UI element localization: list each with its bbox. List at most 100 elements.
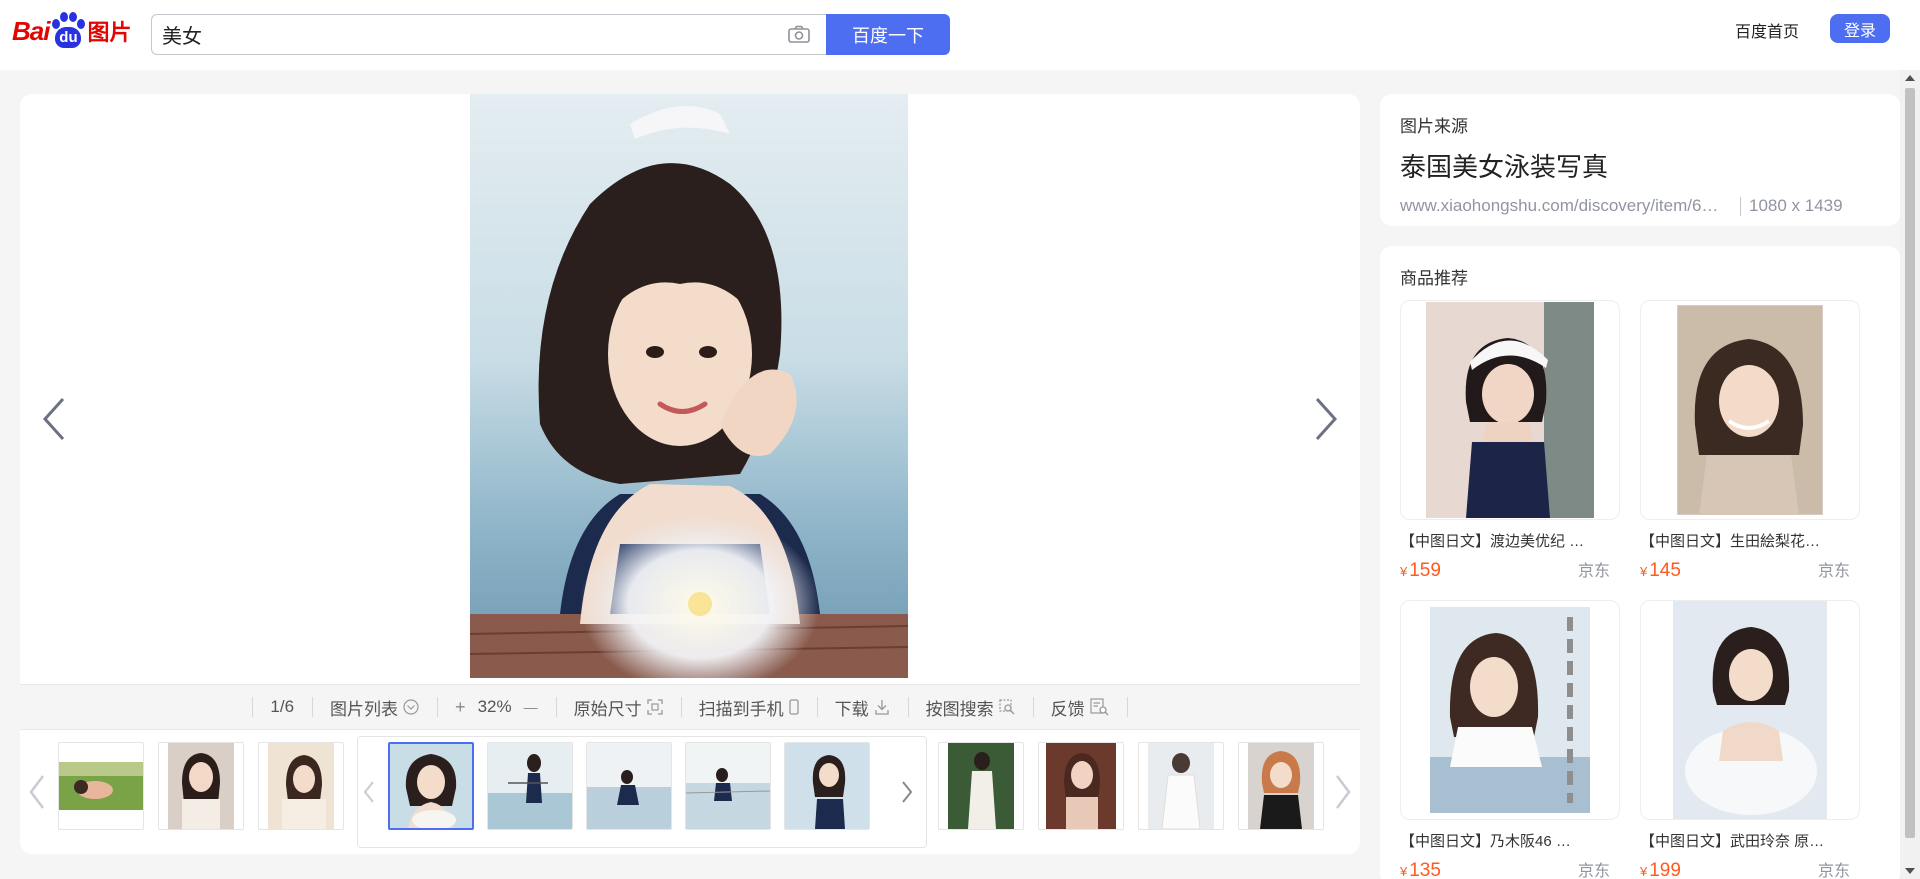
previous-image-arrow[interactable] [34, 394, 74, 444]
product-price: ¥159 [1400, 560, 1441, 581]
thumbnail-next-4[interactable] [1238, 742, 1324, 830]
thumbnail-current-3[interactable] [586, 742, 672, 830]
feedback-button[interactable]: 反馈 [1032, 696, 1128, 719]
product-image [1640, 600, 1860, 820]
product-card[interactable]: 【中图日文】渡边美优纪 … ¥159 京东 [1400, 300, 1620, 582]
source-title[interactable]: 泰国美女泳装写真 [1400, 147, 1880, 184]
thumbnail-image [390, 744, 472, 828]
logo-tupian-text: 图片 [87, 20, 132, 45]
product-image [1640, 300, 1860, 520]
image-list-button[interactable]: 图片列表 [312, 696, 437, 719]
baidu-image-logo[interactable]: Bai du 图片 [12, 8, 142, 54]
thumbnail-next-2[interactable] [1038, 742, 1124, 830]
feedback-icon [1089, 698, 1110, 716]
product-card[interactable]: 【中图日文】乃木阪46 … ¥135 京东 [1400, 600, 1620, 879]
zoom-level: 32% [477, 697, 512, 716]
download-icon [874, 699, 890, 715]
camera-icon[interactable] [788, 25, 810, 43]
download-button[interactable]: 下载 [816, 696, 908, 719]
zoom-in-button[interactable]: + [455, 697, 466, 718]
scroll-up-arrow[interactable] [1905, 75, 1915, 81]
thumbnail-image [948, 743, 1014, 829]
search-box [151, 14, 826, 55]
product-name: 【中图日文】武田玲奈 原… [1640, 833, 1825, 850]
scrollbar-thumb[interactable] [1905, 88, 1915, 838]
thumbnail-image [686, 743, 770, 829]
thumbnail-image [1248, 743, 1314, 829]
login-button[interactable]: 登录 [1830, 14, 1890, 43]
image-counter: 1/6 [252, 696, 312, 718]
main-photo-drawing [470, 94, 908, 678]
chevron-right-icon [1315, 397, 1338, 441]
page-scrollbar[interactable] [1900, 70, 1920, 879]
scan-to-phone-label: 扫描到手机 [698, 699, 784, 719]
thumbnail-image [59, 762, 143, 810]
phone-icon [788, 699, 799, 715]
strip-prev-arrow[interactable] [26, 772, 48, 812]
thumbnail-next-3[interactable] [1138, 742, 1224, 830]
next-image-arrow[interactable] [1306, 394, 1346, 444]
thumbnail-current-5[interactable] [784, 742, 870, 830]
product-price: ¥135 [1400, 860, 1441, 879]
thumbnail-image [1148, 743, 1214, 829]
thumbnail-prev-2[interactable] [158, 742, 244, 830]
thumbnail-current-4[interactable] [685, 742, 771, 830]
group-prev-arrow[interactable] [358, 772, 380, 812]
source-label: 图片来源 [1400, 117, 1468, 136]
thumbnail-image [785, 743, 869, 829]
thumbnail-prev-1[interactable] [58, 742, 144, 830]
product-image [1400, 600, 1620, 820]
thumbnail-next-1[interactable] [938, 742, 1024, 830]
chevron-left-icon [29, 775, 44, 809]
thumbnail-image [268, 743, 334, 829]
original-size-label: 原始尺寸 [573, 699, 642, 719]
product-shop: 京东 [1817, 563, 1850, 580]
product-shop: 京东 [1577, 563, 1610, 580]
chevron-left-icon [42, 397, 65, 441]
original-size-button[interactable]: 原始尺寸 [555, 696, 681, 719]
thumbnail-current-2[interactable] [487, 742, 573, 830]
product-price: ¥145 [1640, 560, 1681, 581]
search-by-image-label: 按图搜索 [925, 699, 994, 719]
product-card[interactable]: 【中图日文】武田玲奈 原… ¥199 京东 [1640, 600, 1860, 879]
search-button[interactable]: 百度一下 [826, 14, 950, 55]
chevron-down-circle-icon [403, 699, 419, 715]
search-input[interactable] [152, 15, 752, 54]
product-recommendations: 商品推荐 【中图日文】渡边美优纪 … ¥159 京东 【中图日文】生田絵梨花… … [1380, 246, 1900, 879]
thumbnail-current-1[interactable] [388, 742, 474, 830]
product-shop: 京东 [1817, 863, 1850, 879]
paw-icon: du [50, 11, 86, 51]
baidu-home-link[interactable]: 百度首页 [1735, 18, 1799, 42]
product-card[interactable]: 【中图日文】生田絵梨花… ¥145 京东 [1640, 300, 1860, 582]
products-title: 商品推荐 [1400, 269, 1468, 288]
source-url[interactable]: www.xiaohongshu.com/discovery/item/6… [1400, 196, 1730, 216]
scan-to-phone-button[interactable]: 扫描到手机 [680, 696, 817, 719]
feedback-label: 反馈 [1050, 699, 1085, 719]
group-next-arrow[interactable] [896, 772, 918, 812]
top-header: Bai du 图片 百度一下 百度首页 登录 [0, 0, 1920, 70]
zoom-control: + 32% — [437, 696, 556, 718]
fullscreen-icon [646, 699, 663, 715]
logo-du-text: du [55, 27, 82, 48]
zoom-out-button[interactable]: — [524, 699, 538, 715]
strip-next-arrow[interactable] [1332, 772, 1354, 812]
product-name: 【中图日文】生田絵梨花… [1640, 533, 1821, 550]
image-search-icon [998, 699, 1015, 715]
source-meta: www.xiaohongshu.com/discovery/item/6… 10… [1400, 196, 1880, 216]
thumbnail-prev-3[interactable] [258, 742, 344, 830]
scroll-down-arrow[interactable] [1905, 868, 1915, 874]
image-list-label: 图片列表 [330, 699, 399, 719]
chevron-left-icon [363, 781, 374, 803]
thumbnail-image [488, 743, 572, 829]
chevron-right-icon [902, 781, 913, 803]
chevron-right-icon [1336, 775, 1351, 809]
search-by-image-button[interactable]: 按图搜索 [907, 696, 1033, 719]
thumbnail-strip [20, 730, 1360, 854]
product-price: ¥199 [1640, 860, 1681, 879]
image-dimensions: 1080 x 1439 [1740, 197, 1843, 216]
main-image[interactable] [470, 94, 908, 678]
product-image [1400, 300, 1620, 520]
logo-bai-text: Bai [12, 15, 50, 46]
product-name: 【中图日文】乃木阪46 … [1400, 833, 1571, 850]
image-toolbar: 1/6 图片列表 + 32% — 原始尺寸 扫描到手机 下载 按图搜索 反馈 [20, 684, 1360, 730]
